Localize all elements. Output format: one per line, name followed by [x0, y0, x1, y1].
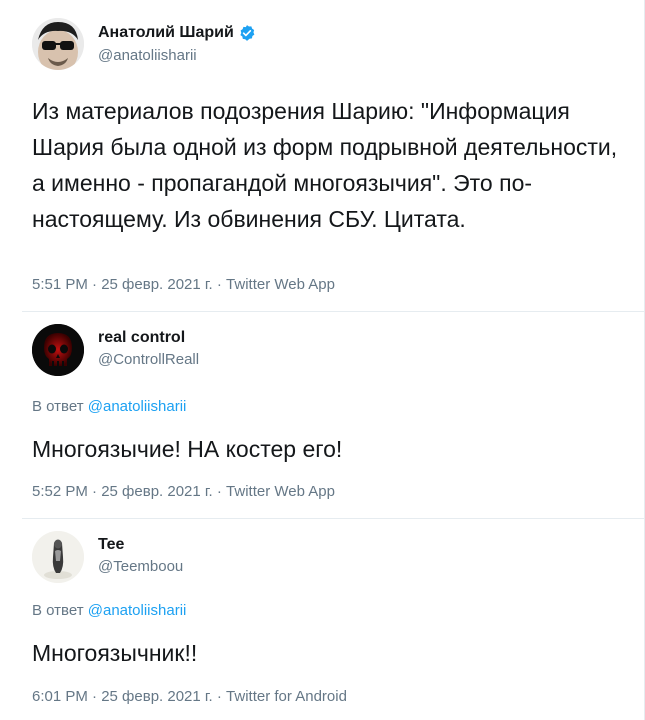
tweet-meta[interactable]: 5:52 PM · 25 февр. 2021 г. · Twitter Web…: [32, 483, 335, 500]
author-handle[interactable]: @anatoliisharii: [98, 47, 197, 64]
reply-to-line: В ответ @anatoliisharii: [32, 398, 186, 415]
author-avatar[interactable]: [32, 18, 84, 70]
tweet-meta[interactable]: 6:01 PM · 25 февр. 2021 г. · Twitter for…: [32, 688, 347, 705]
author-name[interactable]: Tee: [98, 536, 124, 554]
author-handle[interactable]: @Teemboou: [98, 558, 183, 575]
red-skull-avatar-icon: [32, 324, 84, 376]
reply-to-line: В ответ @anatoliisharii: [32, 602, 186, 619]
author-name[interactable]: Анатолий Шарий: [98, 24, 234, 42]
figurine-avatar-icon: [32, 531, 84, 583]
reply-to-link[interactable]: @anatoliisharii: [88, 398, 187, 415]
tweet-text: Многоязычие! НА костер его!: [32, 436, 343, 462]
reply-tweet: Tee @Teemboou В ответ @anatoliisharii Мн…: [0, 519, 645, 720]
author-handle[interactable]: @ControllReall: [98, 351, 199, 368]
tweet-meta[interactable]: 5:51 PM · 25 февр. 2021 г. · Twitter Web…: [32, 276, 335, 293]
author-name[interactable]: real control: [98, 329, 185, 347]
reply-tweet: real control @ControllReall В ответ @ana…: [0, 312, 645, 518]
tweet-text: Из материалов подозрения Шарию: "Информа…: [32, 98, 618, 232]
author-avatar[interactable]: [32, 531, 84, 583]
author-avatar[interactable]: [32, 324, 84, 376]
tweet-text: Многоязычник!!: [32, 640, 198, 666]
sunglasses-man-avatar-icon: [32, 18, 84, 70]
verified-badge-icon: [240, 25, 255, 41]
main-tweet: Анатолий Шарий @anatoliisharii Из матери…: [0, 0, 645, 310]
reply-prefix: В ответ: [32, 398, 84, 415]
reply-prefix: В ответ: [32, 602, 84, 619]
reply-to-link[interactable]: @anatoliisharii: [88, 602, 187, 619]
